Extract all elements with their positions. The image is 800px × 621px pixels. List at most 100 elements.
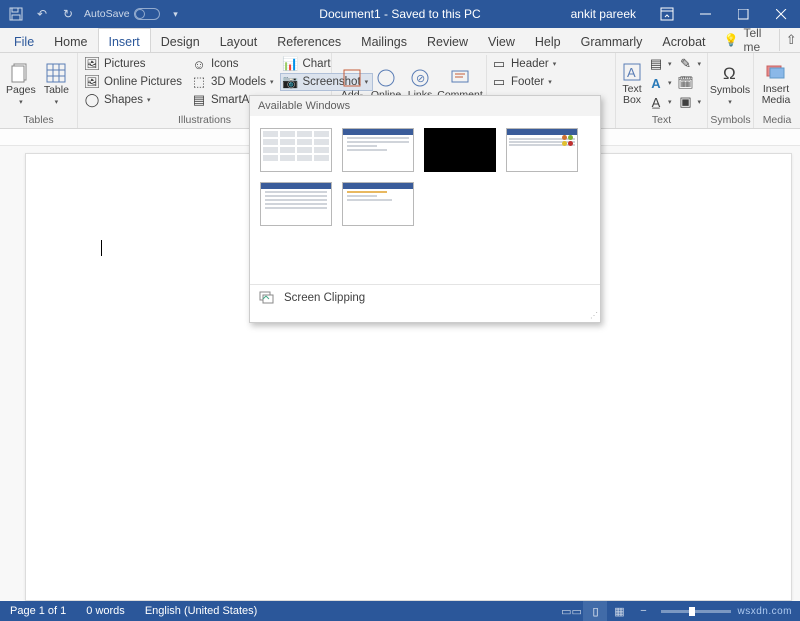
- window-thumbnail-3[interactable]: [424, 128, 496, 172]
- pictures-button[interactable]: 🖼Pictures: [82, 55, 187, 73]
- read-mode-button[interactable]: ▭▭: [559, 601, 583, 621]
- omega-icon: Ω: [720, 63, 740, 83]
- tab-review[interactable]: Review: [417, 28, 478, 52]
- online-picture-icon: 🖼: [84, 74, 100, 90]
- autosave-toggle-group[interactable]: AutoSave: [84, 8, 160, 20]
- available-windows-grid: [250, 116, 600, 284]
- share-icon: ⇧: [786, 32, 797, 48]
- zoom-slider[interactable]: [661, 610, 731, 613]
- object-button[interactable]: ▣▾: [676, 93, 704, 111]
- picture-icon: 🖼: [84, 56, 100, 72]
- redo-button[interactable]: ↻: [58, 4, 78, 24]
- date-time-button[interactable]: 🗓: [676, 74, 704, 92]
- share-button[interactable]: ⇧: [779, 29, 800, 51]
- save-button[interactable]: [6, 4, 26, 24]
- header-icon: ▭: [491, 56, 507, 72]
- footer-button[interactable]: ▭Footer▾: [489, 73, 561, 91]
- text-box-button[interactable]: A Text Box: [620, 55, 644, 113]
- insert-media-button[interactable]: Insert Media: [758, 55, 794, 113]
- chevron-down-icon: ▾: [728, 98, 732, 106]
- maximize-button[interactable]: [724, 0, 762, 28]
- date-icon: 🗓: [678, 75, 694, 91]
- ribbon-options-button[interactable]: [648, 0, 686, 28]
- zoom-out-button[interactable]: −: [631, 601, 655, 621]
- window-thumbnail-6[interactable]: [342, 182, 414, 226]
- screen-clipping-button[interactable]: Screen Clipping: [250, 285, 600, 311]
- pages-button[interactable]: Pages ▾: [4, 55, 38, 113]
- group-label-tables: Tables: [0, 113, 77, 128]
- status-bar: Page 1 of 1 0 words English (United Stat…: [0, 601, 800, 621]
- web-layout-button[interactable]: ▦: [607, 601, 631, 621]
- tab-design[interactable]: Design: [151, 28, 210, 52]
- signature-button[interactable]: ✎▾: [676, 55, 704, 73]
- symbols-button[interactable]: Ω Symbols ▾: [712, 55, 748, 113]
- tab-view[interactable]: View: [478, 28, 525, 52]
- camera-icon: 📷: [282, 74, 298, 90]
- tab-mailings[interactable]: Mailings: [351, 28, 417, 52]
- tab-acrobat[interactable]: Acrobat: [652, 28, 715, 52]
- svg-text:⊘: ⊘: [416, 73, 425, 85]
- tell-me-label: Tell me: [743, 26, 771, 54]
- resize-grip-icon[interactable]: ⋰: [250, 311, 600, 322]
- lightbulb-icon: 💡: [724, 33, 739, 47]
- tab-layout[interactable]: Layout: [210, 28, 268, 52]
- chevron-down-icon: ▾: [19, 98, 23, 106]
- cube-icon: ⬚: [191, 74, 207, 90]
- tab-file[interactable]: File: [4, 28, 44, 52]
- qat-more-button[interactable]: ▾: [166, 4, 186, 24]
- chevron-down-icon: ▾: [147, 96, 151, 104]
- user-name[interactable]: ankit pareek: [559, 7, 648, 21]
- print-layout-button[interactable]: ▯: [583, 601, 607, 621]
- tab-grammarly[interactable]: Grammarly: [571, 28, 653, 52]
- quick-parts-button[interactable]: ▤▾: [646, 55, 674, 73]
- web-icon: ▦: [614, 605, 624, 618]
- tab-insert[interactable]: Insert: [98, 28, 151, 52]
- table-button[interactable]: Table ▾: [40, 55, 73, 113]
- pages-icon: [11, 63, 31, 83]
- header-button[interactable]: ▭Header▾: [489, 55, 561, 73]
- window-thumbnail-4[interactable]: [506, 128, 578, 172]
- online-pictures-button[interactable]: 🖼Online Pictures: [82, 73, 187, 91]
- language-status[interactable]: English (United States): [135, 605, 268, 617]
- shapes-button[interactable]: ◯Shapes▾: [82, 91, 187, 109]
- undo-button[interactable]: ↶: [32, 4, 52, 24]
- footer-icon: ▭: [491, 74, 507, 90]
- icons-button[interactable]: ☺Icons: [189, 55, 278, 73]
- page-number-status[interactable]: Page 1 of 1: [0, 605, 76, 617]
- tell-me-search[interactable]: 💡 Tell me: [716, 26, 780, 54]
- ribbon-tabs: File Home Insert Design Layout Reference…: [0, 28, 800, 53]
- tab-references[interactable]: References: [267, 28, 351, 52]
- table-icon: [46, 63, 66, 83]
- tab-help[interactable]: Help: [525, 28, 571, 52]
- shapes-icon: ◯: [84, 92, 100, 108]
- header-footer-group: ▭Header▾ ▭Footer▾: [489, 55, 561, 91]
- window-thumbnail-2[interactable]: [342, 128, 414, 172]
- screenshot-dropdown: Available Windows Screen Clipping ⋰: [249, 95, 601, 323]
- drop-cap-button[interactable]: A̲▾: [646, 93, 674, 111]
- 3d-models-button[interactable]: ⬚3D Models▾: [189, 73, 278, 91]
- window-thumbnail-5[interactable]: [260, 182, 332, 226]
- group-pages-tables: Pages ▾ Table ▾ Tables: [0, 53, 78, 128]
- chart-icon: 📊: [282, 56, 298, 72]
- watermark-text: wsxdn.com: [737, 606, 800, 617]
- save-icon: [9, 7, 23, 21]
- dropdown-header: Available Windows: [250, 96, 600, 116]
- minimize-button[interactable]: [686, 0, 724, 28]
- addin-icon: [342, 68, 362, 88]
- slider-thumb-icon[interactable]: [689, 607, 695, 616]
- wordart-button[interactable]: A▾: [646, 74, 674, 92]
- parts-icon: ▤: [648, 56, 664, 72]
- word-count-status[interactable]: 0 words: [76, 605, 135, 617]
- textbox-icon: A: [622, 62, 642, 82]
- chevron-down-icon: ▾: [270, 78, 274, 86]
- text-cursor-icon: [101, 240, 102, 256]
- object-icon: ▣: [678, 94, 694, 110]
- group-symbols: Ω Symbols ▾ Symbols: [708, 53, 754, 128]
- tab-home[interactable]: Home: [44, 28, 97, 52]
- screen-clipping-label: Screen Clipping: [284, 292, 365, 304]
- close-button[interactable]: [762, 0, 800, 28]
- window-thumbnail-1[interactable]: [260, 128, 332, 172]
- autosave-label: AutoSave: [84, 8, 130, 20]
- svg-text:A: A: [627, 65, 636, 80]
- autosave-switch-icon[interactable]: [134, 8, 160, 20]
